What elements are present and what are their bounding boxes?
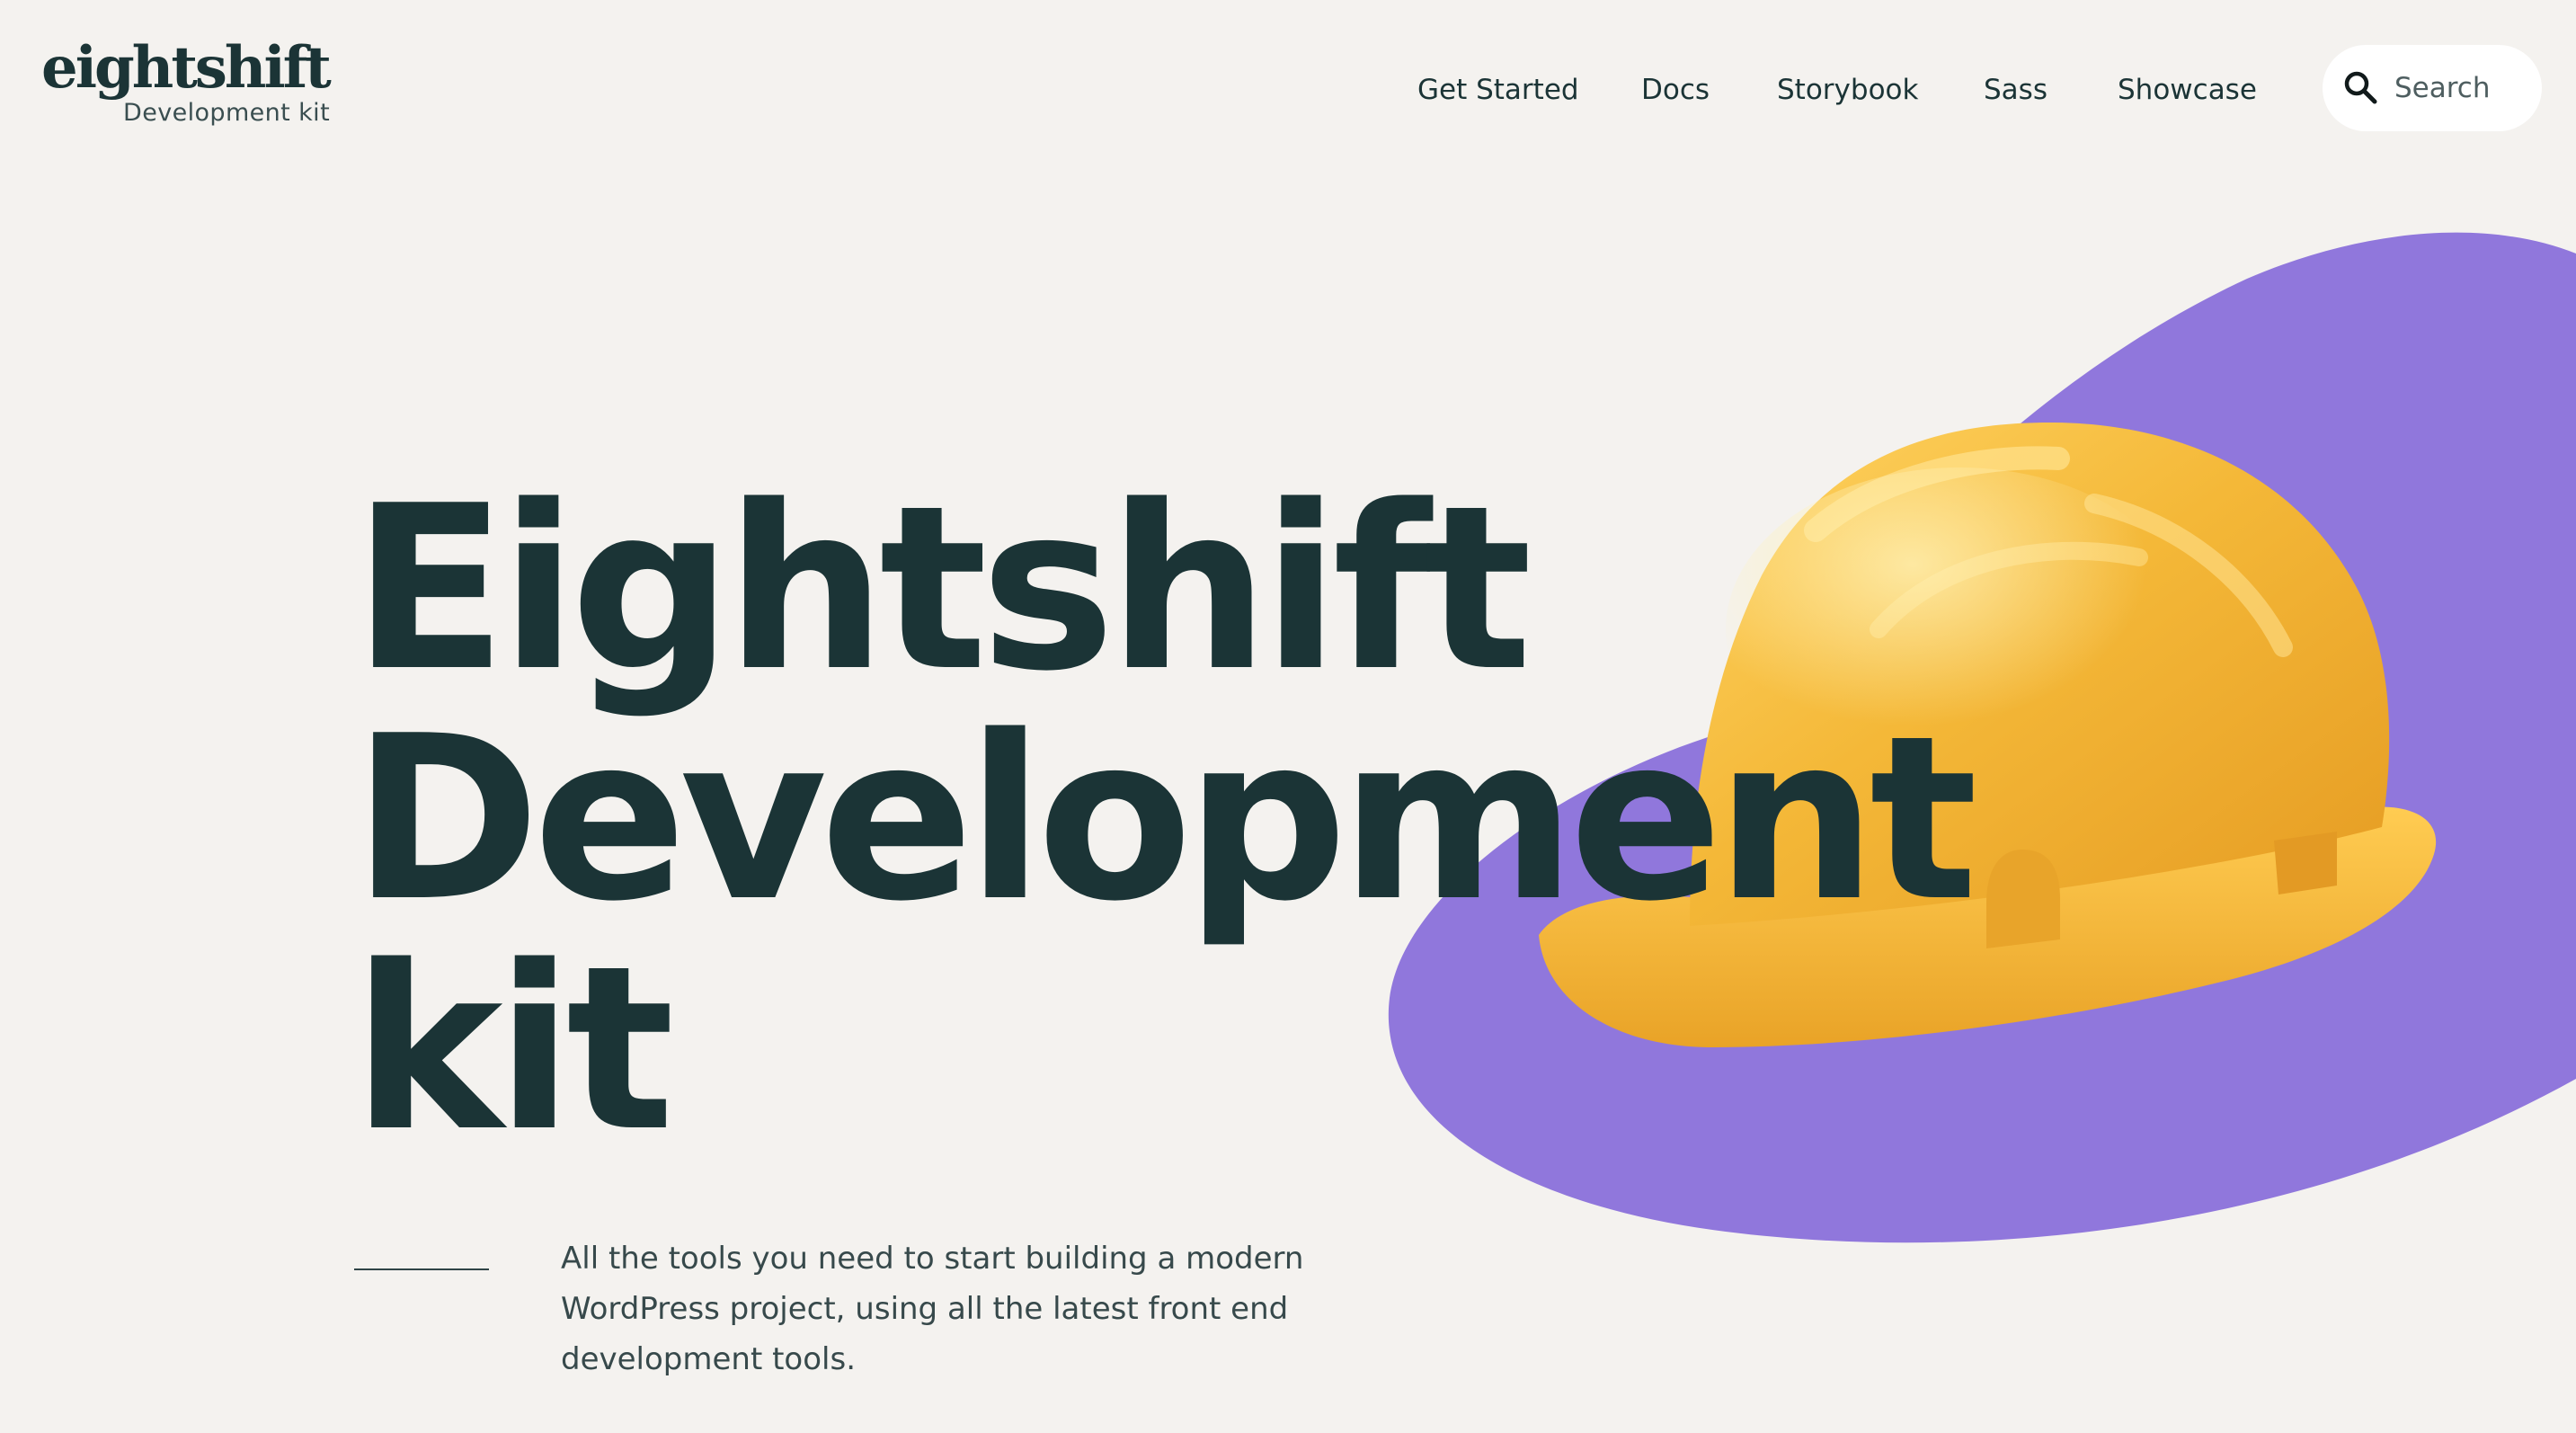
nav-link-showcase[interactable]: Showcase [2118,70,2257,110]
nav-link-sass[interactable]: Sass [1984,70,2047,110]
search-icon [2344,71,2377,104]
search-button[interactable]: Search [2323,45,2542,131]
hero-title-line-2: Development [352,688,1978,951]
hero-divider [354,1268,489,1270]
nav-link-storybook[interactable]: Storybook [1777,70,1918,110]
search-label: Search [2394,72,2491,104]
nav-link-get-started[interactable]: Get Started [1417,70,1579,110]
nav-link-docs[interactable]: Docs [1641,70,1710,110]
main-navigation: Get Started Docs Storybook Sass Showcase [0,70,2576,110]
hero-title-line-3: kit [352,918,674,1181]
hero-title: Eightshift Development kit [352,458,1978,1181]
hero-title-line-1: Eightshift [352,458,1532,721]
hero-description: All the tools you need to start building… [561,1241,1304,1377]
